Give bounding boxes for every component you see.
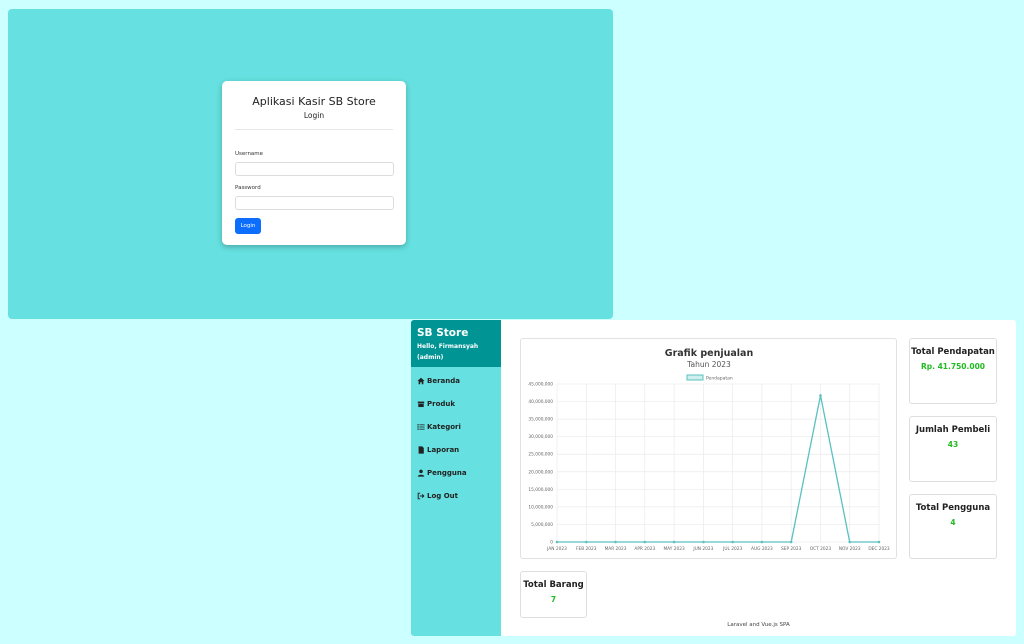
stat-label: Total Pendapatan: [911, 347, 995, 357]
data-point: [555, 540, 559, 544]
login-title: Aplikasi Kasir SB Store: [252, 95, 376, 108]
data-point: [702, 540, 705, 544]
stat-label: Jumlah Pembeli: [915, 425, 991, 435]
data-point: [614, 540, 617, 544]
stat-total-pendapatan: Total Pendapatan Rp. 41.750.000: [909, 338, 997, 404]
password-input[interactable]: [235, 196, 394, 210]
login-subtitle: Login: [303, 111, 325, 120]
login-panel: Aplikasi Kasir SB Store Login Username P…: [8, 9, 613, 319]
sidebar-item-laporan[interactable]: Laporan: [417, 444, 459, 456]
username-input[interactable]: [235, 162, 394, 176]
y-tick-label: 35,000,000: [528, 417, 553, 423]
x-tick-label: JUL 2023: [722, 546, 742, 552]
stat-total-pengguna: Total Pengguna 4: [909, 494, 997, 559]
legend-label[interactable]: Pendapatan: [706, 376, 733, 382]
sidebar-header: SB Store Hello, Firmansyah (admin): [411, 320, 501, 367]
y-tick-label: 5,000,000: [531, 522, 553, 528]
dashboard: SB Store Hello, Firmansyah (admin) Beran…: [411, 320, 1016, 636]
data-point: [877, 540, 881, 544]
legend-swatch: [686, 374, 704, 381]
stat-value: Rp. 41.750.000: [920, 362, 986, 371]
sidebar-item-label: Pengguna: [427, 469, 467, 477]
x-tick-label: NOV 2023: [839, 546, 861, 552]
sidebar-item-logout[interactable]: Log Out: [417, 490, 458, 502]
y-tick-label: 30,000,000: [528, 434, 553, 440]
file-icon: [418, 446, 424, 454]
data-point: [819, 394, 822, 397]
x-tick-label: APR 2023: [634, 546, 655, 552]
logout-icon: [417, 492, 425, 500]
x-tick-label: MAR 2023: [605, 546, 627, 552]
data-point: [848, 540, 852, 544]
user-icon: [417, 469, 425, 477]
sidebar-item-label: Laporan: [427, 446, 460, 454]
line-chart: Grafik penjualan Tahun 2023 Pendapatan 0…: [528, 348, 890, 552]
password-label: Password: [235, 185, 261, 191]
x-tick-label: OCT 2023: [810, 546, 832, 552]
data-point: [789, 540, 793, 544]
sidebar-item-label: Beranda: [427, 377, 460, 385]
y-tick-label: 0: [550, 540, 553, 546]
x-tick-label: AUG 2023: [751, 546, 773, 552]
stat-label: Total Barang: [523, 580, 584, 590]
stat-label: Total Pengguna: [915, 503, 991, 513]
stat-value: 4: [950, 518, 956, 527]
chart-subtitle: Tahun 2023: [686, 360, 731, 369]
user-greeting: Hello, Firmansyah (admin): [417, 343, 479, 361]
stat-total-barang: Total Barang 7: [520, 571, 587, 618]
brand-title: SB Store: [417, 327, 469, 339]
username-label: Username: [235, 151, 264, 157]
list-icon: [417, 424, 425, 430]
x-tick-label: JAN 2023: [546, 546, 567, 552]
sidebar-item-pengguna[interactable]: Pengguna: [417, 467, 467, 479]
y-tick-label: 40,000,000: [528, 399, 553, 405]
sidebar-item-label: Kategori: [427, 423, 461, 431]
footer-text: Laravel and Vue.js SPA: [727, 622, 790, 628]
chart-title: Grafik penjualan: [665, 348, 754, 359]
data-point: [731, 540, 734, 544]
data-point: [643, 540, 647, 544]
x-tick-label: JUN 2023: [692, 546, 713, 552]
stat-jumlah-pembeli: Jumlah Pembeli 43: [909, 416, 997, 482]
login-card: Aplikasi Kasir SB Store Login Username P…: [222, 81, 406, 245]
x-tick-label: SEP 2023: [781, 546, 802, 552]
y-tick-label: 15,000,000: [528, 487, 553, 493]
home-icon: [417, 377, 425, 385]
divider: [235, 129, 393, 130]
sidebar-item-label: Log Out: [427, 492, 458, 500]
login-button[interactable]: Login: [235, 218, 261, 234]
sales-chart: Grafik penjualan Tahun 2023 Pendapatan 0…: [520, 338, 897, 559]
sidebar-item-kategori[interactable]: Kategori: [417, 421, 461, 433]
stat-value: 7: [550, 595, 557, 604]
data-point: [584, 540, 588, 544]
y-tick-label: 10,000,000: [528, 504, 553, 510]
data-point: [672, 540, 676, 544]
x-tick-label: FEB 2023: [576, 546, 597, 552]
series-line: [557, 395, 879, 543]
x-tick-label: MAY 2023: [663, 546, 685, 552]
data-point: [760, 540, 764, 544]
y-tick-label: 20,000,000: [528, 469, 553, 475]
stat-value: 43: [947, 440, 959, 449]
sidebar: SB Store Hello, Firmansyah (admin) Beran…: [411, 320, 501, 636]
box-icon: [417, 401, 425, 408]
sidebar-item-beranda[interactable]: Beranda: [417, 375, 460, 387]
y-tick-label: 25,000,000: [528, 452, 553, 458]
x-tick-label: DEC 2023: [868, 546, 890, 552]
sidebar-item-label: Produk: [427, 400, 456, 408]
sidebar-item-produk[interactable]: Produk: [417, 398, 455, 410]
y-tick-label: 45,000,000: [528, 382, 553, 388]
